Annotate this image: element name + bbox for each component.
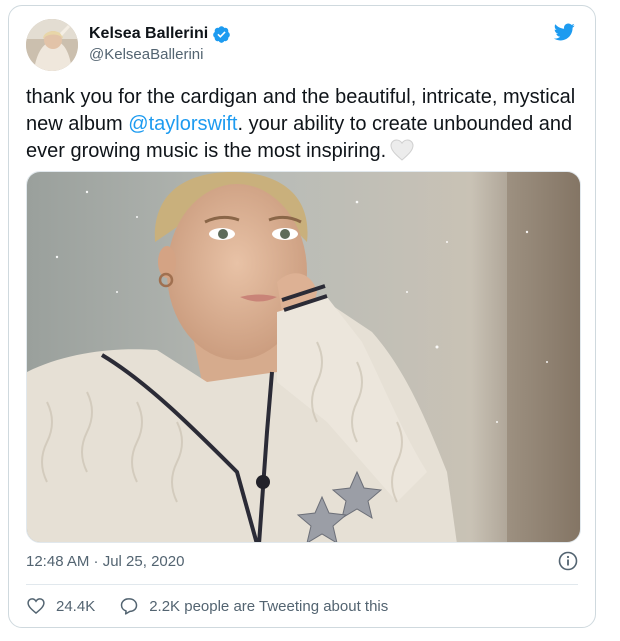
conversation-text: 2.2K people are Tweeting about this bbox=[149, 597, 389, 615]
author-name-row[interactable]: Kelsea Ballerini bbox=[89, 22, 231, 46]
tweet-card: Kelsea Ballerini @KelseaBallerini thank … bbox=[8, 5, 596, 628]
avatar-image bbox=[26, 19, 78, 71]
tweet-actions: 24.4K 2.2K people are Tweeting about thi… bbox=[26, 596, 412, 616]
speech-bubble-icon bbox=[120, 598, 138, 615]
verified-badge-icon bbox=[212, 25, 231, 44]
tweet-photo[interactable] bbox=[26, 171, 581, 543]
twitter-bird-icon[interactable] bbox=[551, 21, 577, 43]
avatar[interactable] bbox=[26, 19, 78, 71]
photo-image bbox=[27, 172, 580, 542]
author-handle[interactable]: @KelseaBallerini bbox=[89, 46, 203, 63]
conversation-link[interactable]: 2.2K people are Tweeting about this bbox=[119, 596, 388, 616]
like-count: 24.4K bbox=[56, 597, 96, 615]
info-icon[interactable] bbox=[558, 551, 578, 571]
like-button[interactable]: 24.4K bbox=[26, 596, 95, 616]
mention-link[interactable]: @taylorswift bbox=[128, 113, 237, 135]
white-heart-icon bbox=[390, 139, 414, 161]
tweet-text: thank you for the cardigan and the beaut… bbox=[26, 84, 586, 165]
author-name[interactable]: Kelsea Ballerini bbox=[89, 25, 208, 43]
divider bbox=[26, 584, 578, 585]
heart-outline-icon bbox=[27, 598, 45, 615]
tweet-timestamp[interactable]: 12:48 AM · Jul 25, 2020 bbox=[26, 553, 184, 570]
